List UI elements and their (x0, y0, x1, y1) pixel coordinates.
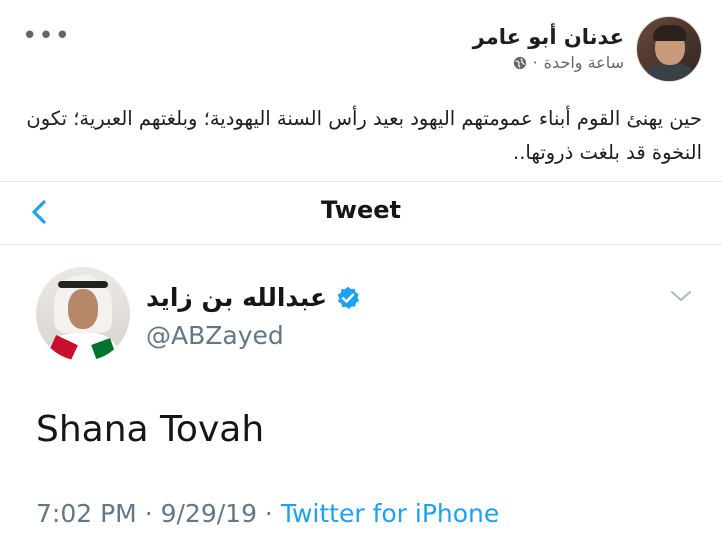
tweet-author-name[interactable]: عبدالله بن زايد (146, 283, 327, 312)
tweet-text: Shana Tovah (36, 409, 265, 450)
separator-dot: · (264, 499, 273, 528)
facebook-post: عدنان أبو عامر ساعة واحدة · ••• حين يهنئ… (0, 0, 722, 182)
tweet: عبدالله بن زايد @ABZayed Shana Tovah 7:0… (0, 245, 722, 540)
tweet-author-handle[interactable]: @ABZayed (146, 321, 284, 350)
tweet-date: 9/29/19 (160, 499, 257, 528)
tweet-author-avatar[interactable] (36, 267, 130, 361)
tweet-nav-bar: Tweet (0, 182, 722, 244)
tweet-footer: 7:02 PM · 9/29/19 · Twitter for iPhone (36, 499, 499, 528)
post-time[interactable]: ساعة واحدة (544, 51, 624, 75)
post-header: عدنان أبو عامر ساعة واحدة · (473, 16, 702, 82)
separator-dot: · (144, 499, 153, 528)
post-text: حين يهنئ القوم أبناء عمومتهم اليهود بعيد… (26, 107, 702, 164)
author-name[interactable]: عدنان أبو عامر (473, 23, 624, 51)
more-options-button[interactable]: ••• (22, 23, 71, 49)
tweet-time: 7:02 PM (36, 499, 137, 528)
chevron-down-icon[interactable] (670, 289, 692, 303)
tweet-source-link[interactable]: Twitter for iPhone (281, 499, 499, 528)
tweet-author-row: عبدالله بن زايد (146, 283, 361, 312)
post-meta: عدنان أبو عامر ساعة واحدة · (473, 23, 624, 75)
verified-badge-icon (337, 286, 360, 309)
globe-icon (513, 56, 526, 70)
page-title: Tweet (321, 196, 401, 224)
author-avatar[interactable] (636, 16, 702, 82)
separator-dot: · (532, 53, 538, 72)
post-timestamp-row: ساعة واحدة · (473, 51, 624, 75)
